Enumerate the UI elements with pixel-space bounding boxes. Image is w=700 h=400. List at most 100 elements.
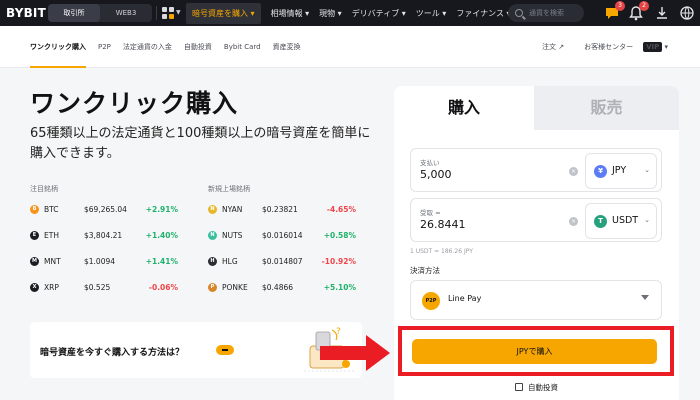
coin-symbol: XRP [44, 283, 59, 292]
tab-bybit-card[interactable]: Bybit Card [224, 26, 261, 68]
pay-label: 支払い [420, 159, 440, 167]
buy-with-jpy-button[interactable]: JPYで購入 [412, 339, 657, 364]
arrow-right-icon[interactable] [216, 345, 234, 355]
tab-convert[interactable]: 資産変換 [273, 26, 301, 68]
coin-change: -10.92% [321, 257, 356, 266]
tab-exchange[interactable]: 取引所 [48, 4, 100, 22]
coin-symbol: MNT [44, 257, 61, 266]
nav-divider [156, 6, 157, 20]
coin-change: +5.10% [323, 283, 356, 292]
coin-price: $69,265.04 [84, 205, 127, 214]
coin-price: $0.23821 [262, 205, 298, 214]
menu-buy-crypto[interactable]: 暗号資産を購入 ▾ [186, 2, 261, 24]
tab-auto-invest[interactable]: 自動投資 [184, 26, 212, 68]
tab-p2p[interactable]: P2P [98, 26, 111, 68]
buy-tabs: ワンクリック購入 P2P 法定通貨の入金 自動投資 Bybit Card 資産変… [30, 26, 313, 68]
payment-method-label: 決済方法 [410, 266, 440, 275]
chevron-down-icon: ⌄ [644, 216, 650, 224]
vip-badge: VIP [643, 42, 663, 52]
usdt-icon: T [594, 215, 607, 228]
coin-price: $0.016014 [262, 231, 303, 240]
pay-currency: JPY [612, 165, 627, 176]
menu-spot[interactable]: 現物 ▾ [319, 8, 342, 19]
receive-label: 受取 ≈ [420, 209, 441, 217]
jpy-icon: ¥ [594, 165, 607, 178]
search-placeholder: 通貨を検索 [529, 9, 564, 17]
coin-symbol: NUTS [222, 231, 243, 240]
main-menu: 暗号資産を購入 ▾ 相場情報 ▾ 現物 ▾ デリバティブ ▾ ツール ▾ ファイ… [186, 0, 521, 26]
search-icon [515, 9, 523, 17]
coin-change: +0.58% [323, 231, 356, 240]
coin-row[interactable]: N NUTS $0.016014 +0.58% [208, 230, 356, 242]
coin-symbol: NYAN [222, 205, 243, 214]
tab-fiat-deposit[interactable]: 法定通貨の入金 [123, 26, 172, 68]
globe-icon[interactable] [679, 5, 695, 21]
tab-buy[interactable]: 購入 [394, 86, 534, 130]
coin-change: -0.06% [148, 283, 178, 292]
receive-amount-input[interactable]: 26.8441 [420, 218, 466, 231]
clear-icon[interactable]: × [569, 167, 578, 176]
pay-currency-select[interactable]: ¥ JPY ⌄ [585, 153, 657, 189]
receive-amount-field[interactable]: 受取 ≈ 26.8441 × T USDT ⌄ [410, 198, 662, 242]
how-to-buy-banner[interactable]: 暗号資産を今すぐ購入する方法は？ ? [30, 322, 362, 378]
coin-symbol: PONKE [222, 283, 248, 292]
chat-icon[interactable]: 3 [604, 1, 625, 21]
bybit-logo[interactable]: BYBIT [6, 6, 46, 20]
coin-row[interactable]: P PONKE $0.4866 +5.10% [208, 282, 356, 294]
clear-icon[interactable]: × [569, 217, 578, 226]
payment-method-name: Line Pay [448, 294, 482, 303]
page-title: ワンクリック購入 [30, 89, 239, 118]
menu-markets[interactable]: 相場情報 ▾ [271, 8, 310, 19]
coin-symbol: HLG [222, 257, 238, 266]
search-input[interactable]: 通貨を検索 [508, 4, 584, 22]
menu-derivatives[interactable]: デリバティブ ▾ [352, 8, 406, 19]
support-link[interactable]: お客様センター VIP ▾ [574, 42, 668, 52]
coin-symbol: ETH [44, 231, 59, 240]
coin-price: $0.525 [84, 283, 111, 292]
chevron-down-icon: ⌄ [644, 166, 650, 174]
menu-tools[interactable]: ツール ▾ [416, 8, 447, 19]
recurring-buy-link[interactable]: 自動投資 [394, 382, 679, 393]
coin-row[interactable]: N NYAN $0.23821 -4.65% [208, 204, 356, 216]
download-icon[interactable] [654, 5, 670, 21]
product-switcher: 取引所 WEB3 [48, 4, 152, 22]
coin-price: $0.4866 [262, 283, 294, 292]
tab-sell[interactable]: 販売 [534, 86, 679, 130]
sub-nav-right: 注文 ↗ お客様センター VIP ▾ [532, 26, 668, 68]
bell-badge: 2 [639, 1, 649, 11]
sub-nav: ワンクリック購入 P2P 法定通貨の入金 自動投資 Bybit Card 資産変… [0, 26, 700, 68]
coin-row[interactable]: E ETH $3,804.21 +1.40% [30, 230, 178, 242]
coin-price: $3,804.21 [84, 231, 123, 240]
tab-web3[interactable]: WEB3 [100, 4, 152, 22]
pay-amount-input[interactable]: 5,000 [420, 168, 452, 181]
coin-icon: H [208, 257, 217, 266]
coin-icon: N [208, 231, 217, 240]
p2p-icon: P2P [422, 292, 440, 310]
chat-badge: 3 [615, 1, 625, 11]
coin-price: $0.014807 [262, 257, 303, 266]
menu-finance[interactable]: ファイナンス ▾ [456, 8, 510, 19]
recurring-label: 自動投資 [528, 383, 558, 392]
hot-coins-title: 注目銘柄 [30, 185, 58, 193]
coin-row[interactable]: X XRP $0.525 -0.06% [30, 282, 178, 294]
tab-one-click-buy[interactable]: ワンクリック購入 [30, 26, 86, 68]
top-nav: BYBIT 取引所 WEB3 ▼ 暗号資産を購入 ▾ 相場情報 ▾ 現物 ▾ デ… [0, 0, 700, 26]
buy-button-highlight: JPYで購入 [398, 326, 674, 376]
coin-row[interactable]: H HLG $0.014807 -10.92% [208, 256, 356, 268]
coin-icon: P [208, 283, 217, 292]
receive-currency-select[interactable]: T USDT ⌄ [585, 203, 657, 239]
coin-icon: X [30, 283, 39, 292]
coin-symbol: BTC [44, 205, 59, 214]
buy-widget: 販売 購入 支払い 5,000 × ¥ JPY ⌄ 受取 ≈ 26.8441 ×… [394, 86, 679, 400]
apps-grid-icon[interactable] [162, 7, 174, 19]
pay-amount-field[interactable]: 支払い 5,000 × ¥ JPY ⌄ [410, 148, 662, 192]
coin-row[interactable]: B BTC $69,265.04 +2.91% [30, 204, 178, 216]
coin-row[interactable]: M MNT $1.0094 +1.41% [30, 256, 178, 268]
bell-icon[interactable]: 2 [628, 1, 649, 21]
calendar-icon [515, 383, 523, 391]
orders-link[interactable]: 注文 ↗ [542, 42, 564, 52]
exchange-rate: 1 USDT = 186.26 JPY [410, 248, 473, 255]
coin-icon: E [30, 231, 39, 240]
chevron-down-icon: ▼ [176, 9, 181, 16]
payment-method-select[interactable]: P2P Line Pay [410, 280, 662, 320]
